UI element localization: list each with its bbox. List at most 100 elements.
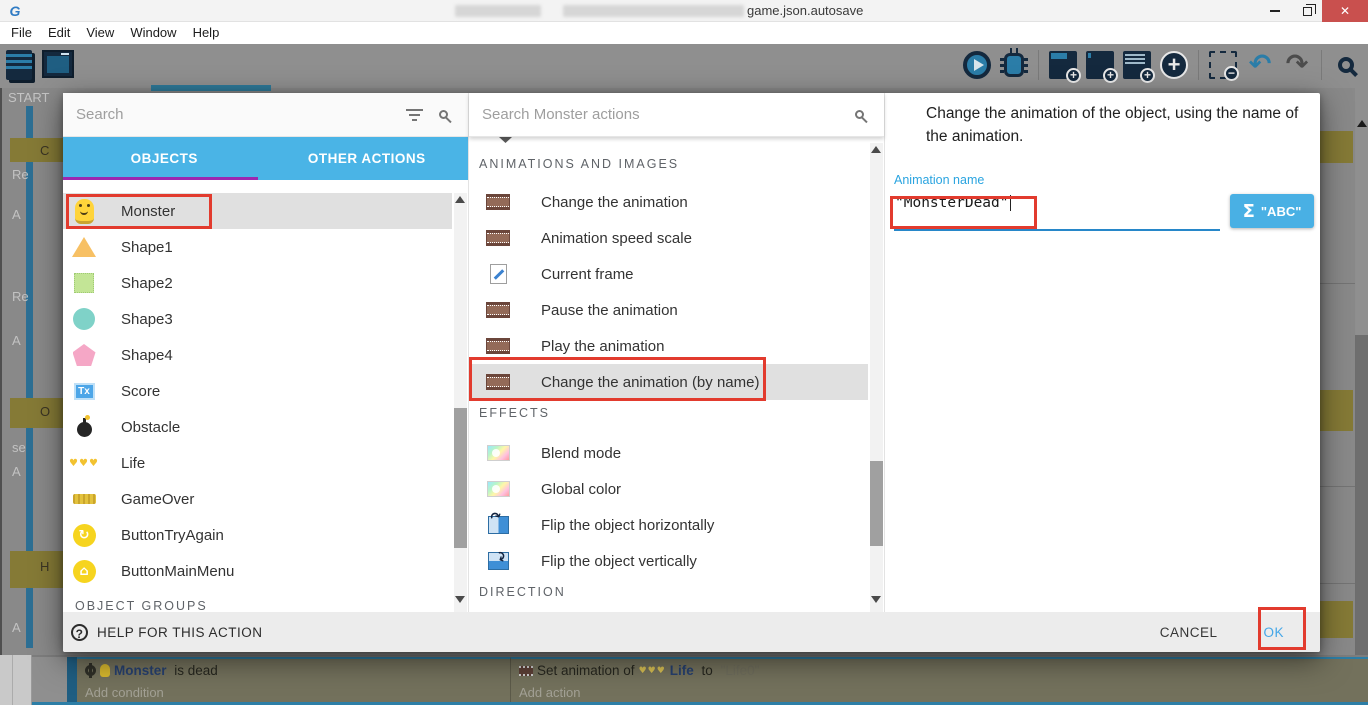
menu-file[interactable]: File [3,22,40,44]
event-condition-cell: Monster is dead Add condition [77,657,510,702]
restore-button[interactable] [1292,0,1322,22]
object-row-buttontryagain[interactable]: ButtonTryAgain [63,517,452,553]
add-subevent-button[interactable]: + [1084,48,1116,82]
event-sheet-row: Monster is dead Add condition Set animat… [0,655,1368,705]
add-action-link: Add action [519,685,580,700]
ok-button[interactable]: OK [1263,625,1284,640]
action-object-name: Life [670,663,694,678]
section-header-animations: ANIMATIONS AND IMAGES [479,157,884,177]
tab-other-actions[interactable]: OTHER ACTIONS [266,137,469,180]
event-text-fragment: Re [12,167,29,182]
object-row-monster[interactable]: Monster [63,193,452,229]
undo-icon: ↶ [1249,50,1272,80]
menu-view[interactable]: View [78,22,122,44]
object-row-shape4[interactable]: Shape4 [63,337,452,373]
delete-event-icon: − [1209,51,1237,79]
filter-icon[interactable] [406,109,423,121]
action-row-flip-horizontal[interactable]: Flip the object horizontally [469,507,868,543]
object-row-gameover[interactable]: GameOver [63,481,452,517]
menu-help[interactable]: Help [185,22,228,44]
scroll-down-icon[interactable] [455,596,465,603]
undo-button[interactable]: ↶ [1244,48,1276,82]
object-row-obstacle[interactable]: Obstacle [63,409,452,445]
preview-play-button[interactable] [961,48,993,82]
text-object-icon [71,383,97,400]
toolbar-separator [1198,50,1199,80]
main-toolbar: + + + + − ↶ ↷ [0,44,1368,88]
search-events-button[interactable] [1330,48,1362,82]
delete-event-button[interactable]: − [1207,48,1239,82]
cancel-button[interactable]: CANCEL [1160,625,1218,640]
action-detail-panel: Change the animation of the object, usin… [886,93,1320,612]
event-text-fragment: H [40,559,49,574]
action-row-change-animation[interactable]: Change the animation [469,184,868,220]
object-row-shape1[interactable]: Shape1 [63,229,452,265]
action-row-animation-speed-scale[interactable]: Animation speed scale [469,220,868,256]
event-text-fragment: C [40,143,49,158]
action-row-current-frame[interactable]: Current frame [469,256,868,292]
action-label: Change the animation (by name) [541,374,759,391]
section-header-effects: EFFECTS [479,406,884,426]
scroll-down-icon[interactable] [871,596,881,603]
object-label: ButtonMainMenu [121,563,234,580]
event-text-fragment: A [12,620,21,635]
add-new-button[interactable]: + [1158,48,1190,82]
scroll-up-icon[interactable] [455,196,465,203]
help-label: HELP FOR THIS ACTION [97,625,263,640]
animation-name-input[interactable]: "MonsterDead" [895,195,1011,211]
tab-objects[interactable]: OBJECTS [63,137,266,180]
dialog-footer: ? HELP FOR THIS ACTION CANCEL OK [63,612,1320,652]
monster-mini-icon [100,664,110,677]
background-tab-indicator [151,85,271,91]
action-label: Animation speed scale [541,230,692,247]
film-icon [485,230,511,246]
debug-button[interactable] [998,48,1030,82]
actions-scrollbar-thumb[interactable] [870,461,883,546]
actions-panel: ANIMATIONS AND IMAGES Change the animati… [468,93,885,612]
life-hearts-mini-icon [639,666,666,676]
object-row-score[interactable]: Score [63,373,452,409]
object-label: Monster [121,203,175,220]
event-text-fragment: A [12,207,21,222]
film-icon [485,194,511,210]
add-subevent-icon: + [1086,51,1114,79]
object-row-shape3[interactable]: Shape3 [63,301,452,337]
input-underline [894,229,1220,231]
object-label: Shape3 [121,311,173,328]
action-row-change-animation-by-name[interactable]: Change the animation (by name) [469,364,868,400]
add-event-button[interactable]: + [1047,48,1079,82]
object-row-life[interactable]: Life [63,445,452,481]
gdevelop-logo-icon: G [7,3,23,19]
action-row-pause-animation[interactable]: Pause the animation [469,292,868,328]
expression-builder-button[interactable]: Σ "ABC" [1230,194,1314,228]
project-manager-icon[interactable] [6,50,32,80]
gear-icon [85,665,96,676]
scroll-up-icon[interactable] [1357,120,1367,127]
object-row-shape2[interactable]: Shape2 [63,265,452,301]
action-row-global-color[interactable]: Global color [469,471,868,507]
monster-icon [71,199,97,224]
add-comment-button[interactable]: + [1121,48,1153,82]
background-row-divider [1320,583,1355,584]
background-comment-block [10,551,63,588]
help-for-this-action-button[interactable]: ? HELP FOR THIS ACTION [71,624,263,641]
minimize-button[interactable] [1260,0,1290,22]
close-button[interactable]: ✕ [1322,0,1368,22]
action-row-play-animation[interactable]: Play the animation [469,328,868,364]
objects-scrollbar-thumb[interactable] [454,408,467,548]
redo-button[interactable]: ↷ [1281,48,1313,82]
menu-window[interactable]: Window [122,22,184,44]
object-row-buttonmainmenu[interactable]: ButtonMainMenu [63,553,452,589]
action-row-blend-mode[interactable]: Blend mode [469,435,868,471]
action-row-flip-vertical[interactable]: Flip the object vertically [469,543,868,579]
actions-search-input[interactable] [469,106,855,123]
objects-search-input[interactable] [63,106,406,123]
scene-editor-icon[interactable] [42,50,74,78]
menu-edit[interactable]: Edit [40,22,78,44]
events-scrollbar-thumb[interactable] [1355,335,1368,705]
objects-scrollbar-track[interactable] [454,193,467,612]
event-text-fragment: A [12,464,21,479]
background-comment-block [10,138,63,162]
action-editor-dialog: OBJECTS OTHER ACTIONS Monster Shape1 Sha… [63,93,1320,652]
scroll-up-icon[interactable] [871,146,881,153]
